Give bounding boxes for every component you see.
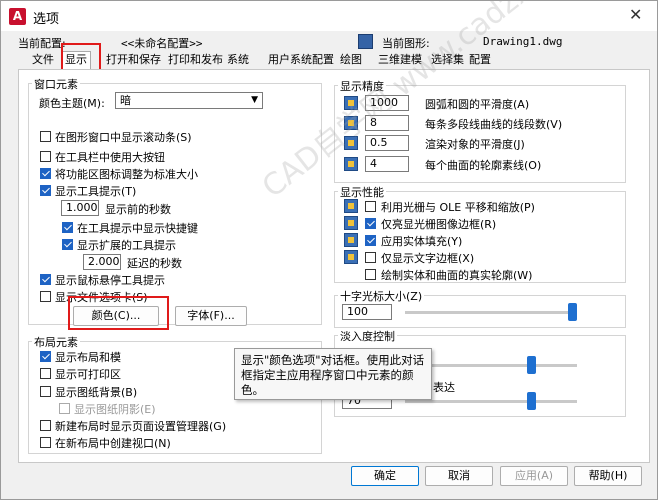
fade-partial-label: 表达 — [433, 381, 455, 394]
render-smoothness-input[interactable]: 0.5 — [365, 135, 409, 151]
solid-fill-checkbox[interactable] — [365, 235, 376, 246]
layout-model-tabs-checkbox[interactable] — [40, 351, 51, 362]
tab-system[interactable]: 系统 — [224, 52, 252, 68]
xref-fade-slider-thumb[interactable] — [527, 356, 537, 374]
chevron-down-icon: ▼ — [251, 95, 258, 105]
extended-delay-input[interactable]: 2.000 — [83, 254, 121, 270]
printable-area-checkbox[interactable] — [40, 368, 51, 379]
text-frame-checkbox[interactable] — [365, 252, 376, 263]
solid-fill-label: 应用实体填充(Y) — [381, 235, 463, 248]
arc-smoothness-label: 圆弧和圆的平滑度(A) — [425, 98, 530, 111]
page-setup-manager-checkbox[interactable] — [40, 420, 51, 431]
color-theme-select[interactable]: 暗 ▼ — [115, 92, 263, 109]
color-theme-label: 颜色主题(M): — [39, 97, 105, 110]
render-smoothness-label: 渲染对象的平滑度(J) — [425, 138, 525, 151]
tooltip-shortcut-checkbox[interactable] — [62, 222, 73, 233]
printable-area-label: 显示可打印区 — [55, 368, 121, 381]
text-frame-icon — [344, 250, 358, 264]
ribbon-icons-checkbox[interactable] — [40, 168, 51, 179]
title-bar: A 选项 ✕ — [1, 1, 657, 31]
rollover-tooltip-checkbox[interactable] — [40, 274, 51, 285]
current-config-value: <<未命名配置>> — [121, 37, 203, 50]
scrollbars-checkbox[interactable] — [40, 131, 51, 142]
tooltip-delay-input[interactable]: 1.000 — [61, 200, 99, 216]
extended-tooltip-label: 显示扩展的工具提示 — [77, 239, 176, 252]
help-button[interactable]: 帮助(H) — [574, 466, 642, 486]
create-viewport-label: 在新布局中创建视口(N) — [55, 437, 171, 450]
contour-lines-input[interactable]: 4 — [365, 156, 409, 172]
paper-shadow-label: 显示图纸阴影(E) — [74, 403, 156, 416]
fade-control-title: 淡入度控制 — [338, 328, 397, 344]
raster-ole-icon — [344, 199, 358, 213]
edit-fade-slider-track — [405, 400, 577, 403]
colors-tooltip: 显示"颜色选项"对话框。使用此对话框指定主应用程序窗口中元素的颜色。 — [234, 348, 432, 400]
large-buttons-label: 在工具栏中使用大按钮 — [55, 151, 165, 164]
tab-drafting[interactable]: 绘图 — [337, 52, 365, 68]
extended-delay-label: 延迟的秒数 — [127, 257, 182, 270]
window-elements-title: 窗口元素 — [32, 76, 80, 92]
tab-plot-publish[interactable]: 打印和发布 — [165, 52, 226, 68]
crosshair-size-input[interactable]: 100 — [342, 304, 392, 320]
drawing-icon — [358, 34, 373, 49]
tab-files[interactable]: 文件 — [29, 52, 57, 68]
crosshair-size-title: 十字光标大小(Z) — [338, 288, 425, 304]
rollover-tooltip-label: 显示鼠标悬停工具提示 — [55, 274, 165, 287]
highlight-colors-button — [68, 296, 169, 330]
edit-fade-slider-thumb[interactable] — [527, 392, 537, 410]
crosshair-slider-track — [405, 311, 577, 314]
paper-shadow-checkbox[interactable] — [59, 403, 70, 414]
tooltip-shortcut-label: 在工具提示中显示快捷键 — [77, 222, 198, 235]
layout-elements-title: 布局元素 — [32, 334, 80, 350]
crosshair-slider-thumb[interactable] — [568, 303, 577, 321]
apply-button[interactable]: 应用(A) — [500, 466, 568, 486]
raster-ole-checkbox[interactable] — [365, 201, 376, 212]
fonts-button[interactable]: 字体(F)... — [175, 306, 247, 326]
tooltip-delay-label: 显示前的秒数 — [105, 203, 171, 216]
large-buttons-checkbox[interactable] — [40, 151, 51, 162]
create-viewport-checkbox[interactable] — [40, 437, 51, 448]
text-frame-label: 仅显示文字边框(X) — [381, 252, 475, 265]
color-theme-value: 暗 — [120, 94, 131, 107]
ribbon-icons-label: 将功能区图标调整为标准大小 — [55, 168, 198, 181]
solid-fill-icon — [344, 233, 358, 247]
raster-frame-checkbox[interactable] — [365, 218, 376, 229]
current-drawing-value: Drawing1.dwg — [483, 35, 563, 48]
true-silhouettes-checkbox[interactable] — [365, 269, 376, 280]
raster-frame-icon — [344, 216, 358, 230]
ok-button[interactable]: 确定 — [351, 466, 419, 486]
polyline-segments-label: 每条多段线曲线的线段数(V) — [425, 118, 563, 131]
extended-tooltip-checkbox[interactable] — [62, 239, 73, 250]
layout-model-tabs-label: 显示布局和模 — [55, 351, 121, 364]
cancel-button[interactable]: 取消 — [425, 466, 493, 486]
tab-user-prefs[interactable]: 用户系统配置 — [265, 52, 337, 68]
scrollbars-label: 在图形窗口中显示滚动条(S) — [55, 131, 192, 144]
autocad-app-icon: A — [9, 8, 26, 25]
paper-background-checkbox[interactable] — [40, 386, 51, 397]
paper-background-label: 显示图纸背景(B) — [55, 386, 138, 399]
raster-frame-label: 仅亮显光栅图像边框(R) — [381, 218, 497, 231]
tab-open-save[interactable]: 打开和保存 — [103, 52, 164, 68]
dialog-title: 选项 — [33, 12, 60, 27]
true-silhouettes-label: 绘制实体和曲面的真实轮廓(W) — [381, 269, 533, 282]
raster-ole-label: 利用光栅与 OLE 平移和缩放(P) — [381, 201, 535, 214]
close-icon[interactable]: ✕ — [629, 5, 642, 24]
contour-lines-label: 每个曲面的轮廓素线(O) — [425, 159, 542, 172]
show-tooltips-checkbox[interactable] — [40, 185, 51, 196]
file-tabs-checkbox[interactable] — [40, 291, 51, 302]
show-tooltips-label: 显示工具提示(T) — [55, 185, 137, 198]
page-setup-manager-label: 新建布局时显示页面设置管理器(G) — [55, 420, 227, 433]
current-config-label: 当前配置: — [18, 37, 66, 50]
options-dialog: A 选项 ✕ 当前配置: <<未命名配置>> 当前图形: Drawing1.dw… — [0, 0, 658, 500]
display-performance-title: 显示性能 — [338, 184, 386, 200]
contour-lines-icon — [344, 157, 358, 171]
